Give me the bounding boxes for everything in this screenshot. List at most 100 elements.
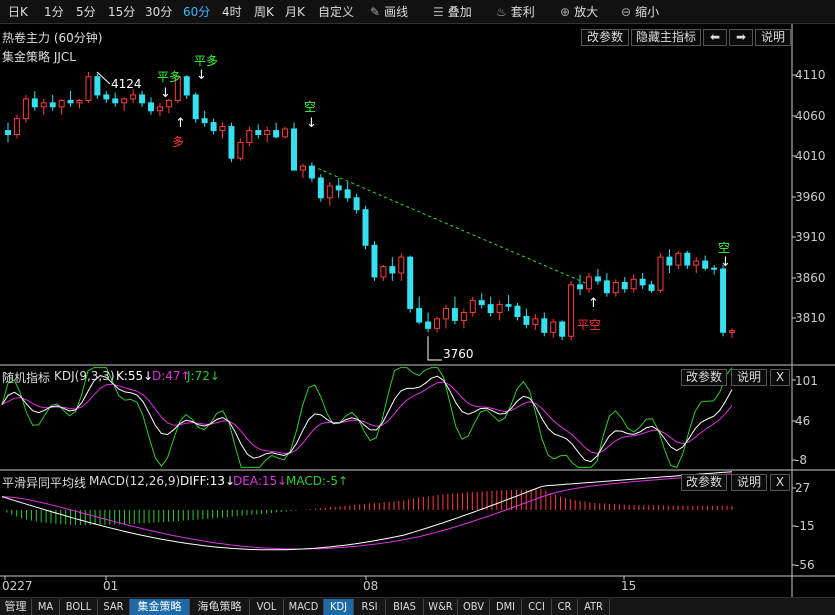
period-30min[interactable]: 30分	[145, 4, 172, 20]
period-week[interactable]: 周K	[254, 4, 274, 20]
candle-up	[130, 94, 137, 100]
tab-jjcl[interactable]: 集金策略	[130, 599, 190, 615]
candle-up	[156, 106, 163, 112]
kdj-y-tick: 101	[795, 374, 818, 388]
y-tick: 4060	[795, 109, 826, 123]
macd-edit-params-button[interactable]: 改参数	[681, 474, 727, 491]
candle-down	[103, 94, 110, 100]
period-60min[interactable]: 60分	[183, 4, 210, 20]
candle-down	[487, 304, 494, 314]
tab-bias[interactable]: BIAS	[386, 599, 424, 615]
next-arrow-button[interactable]: ➡	[729, 29, 753, 46]
hide-indicator-button[interactable]: 隐藏主指标	[631, 29, 701, 46]
candle-up	[264, 130, 271, 136]
candle-down	[666, 256, 673, 266]
candle-down	[407, 256, 414, 310]
candle-down	[639, 278, 646, 286]
candle-up	[469, 300, 476, 314]
tab-boll[interactable]: BOLL	[60, 599, 98, 615]
period-4h[interactable]: 4时	[222, 4, 242, 20]
arrow-down-icon: ↓	[160, 86, 171, 101]
macd-name: 平滑异同平均线	[2, 476, 87, 490]
x-axis-label: 0227	[2, 579, 33, 593]
macd-y-tick: -56	[795, 558, 815, 572]
chart-canvas[interactable]	[0, 24, 835, 597]
candle-up	[460, 312, 467, 321]
arrow-down-icon: ↓	[196, 68, 207, 83]
candle-up	[219, 126, 226, 132]
macd-dea-value: DEA:15↓	[233, 474, 288, 488]
period-month[interactable]: 月K	[285, 4, 305, 20]
money-bag-icon: ♨	[496, 5, 507, 19]
period-5min[interactable]: 5分	[76, 4, 96, 20]
period-custom[interactable]: 自定义	[318, 4, 354, 20]
tab-obv[interactable]: OBV	[458, 599, 490, 615]
indicator-tab-bar: 管理 MA BOLL SAR 集金策略 海龟策略 VOL MACD KDJ RS…	[0, 597, 835, 615]
tab-sar[interactable]: SAR	[98, 599, 130, 615]
zoom-in-button[interactable]: ⊕ 放大	[560, 4, 598, 20]
draw-line-button[interactable]: ✎ 画线	[370, 4, 408, 20]
candle-down	[621, 281, 628, 290]
arrow-down-icon: ↓	[306, 116, 317, 131]
kdj-help-button[interactable]: 说明	[731, 369, 767, 386]
tab-atr[interactable]: ATR	[578, 599, 610, 615]
candle-up	[442, 308, 449, 320]
candle-up	[85, 76, 92, 101]
kdj-close-button[interactable]: X	[770, 369, 790, 386]
tab-dmi[interactable]: DMI	[490, 599, 522, 615]
macd-y-tick: -15	[795, 519, 815, 533]
tab-macd[interactable]: MACD	[284, 599, 324, 615]
candle-down	[201, 118, 208, 124]
tab-turtle[interactable]: 海龟策略	[190, 599, 250, 615]
tab-manage[interactable]: 管理	[0, 599, 32, 615]
candle-up	[165, 99, 172, 108]
edit-params-button[interactable]: 改参数	[581, 29, 629, 46]
macd-diff-value: DIFF:13↓	[180, 474, 236, 488]
candle-up	[282, 128, 289, 138]
candle-up	[568, 284, 575, 337]
candle-down	[353, 197, 360, 211]
candle-up	[76, 99, 83, 104]
candle-down	[425, 321, 432, 329]
candle-down	[192, 94, 199, 120]
tab-cr[interactable]: CR	[552, 599, 578, 615]
macd-help-button[interactable]: 说明	[731, 474, 767, 491]
period-15min[interactable]: 15分	[108, 4, 135, 20]
macd-histogram	[6, 489, 733, 525]
kdj-name: 随机指标	[2, 371, 51, 385]
y-tick: 3960	[795, 190, 826, 204]
kdj-edit-params-button[interactable]: 改参数	[681, 369, 727, 386]
arbitrage-button[interactable]: ♨ 套利	[496, 4, 535, 20]
tab-wr[interactable]: W&R	[424, 599, 458, 615]
candle-up	[675, 252, 682, 266]
tab-cci[interactable]: CCI	[522, 599, 552, 615]
candle-down	[344, 189, 351, 199]
macd-y-tick: 27	[795, 481, 811, 495]
candle-down	[720, 268, 727, 333]
period-toolbar: 日K 1分 5分 15分 30分 60分 4时 周K 月K 自定义 ✎ 画线 ☰ 叠…	[0, 0, 835, 24]
period-day[interactable]: 日K	[8, 4, 28, 20]
macd-close-button[interactable]: X	[770, 474, 790, 491]
y-tick: 4110	[795, 68, 826, 82]
x-axis-label: 08	[363, 579, 379, 593]
tab-vol[interactable]: VOL	[250, 599, 284, 615]
prev-arrow-button[interactable]: ⬅	[703, 29, 727, 46]
tab-rsi[interactable]: RSI	[354, 599, 386, 615]
kdj-y-tick: 46	[795, 414, 811, 428]
period-1min[interactable]: 1分	[44, 4, 64, 20]
tab-kdj[interactable]: KDJ	[324, 599, 354, 615]
trend-line-dashed	[317, 168, 587, 284]
contract-title: 热卷主力 (60分钟)	[2, 31, 103, 45]
help-button[interactable]: 说明	[755, 29, 791, 46]
macd-params: MACD(12,26,9)	[89, 474, 181, 488]
candle-down	[594, 276, 601, 282]
candle-up	[630, 278, 637, 290]
overlay-button[interactable]: ☰ 叠加	[433, 4, 472, 20]
macd-hist-value: MACD:-5↑	[286, 474, 349, 488]
signal-short: 空	[304, 100, 317, 114]
zoom-out-button[interactable]: ⊖ 缩小	[621, 4, 659, 20]
tab-ma[interactable]: MA	[32, 599, 60, 615]
candle-down	[559, 321, 566, 337]
candle-down	[5, 130, 11, 136]
low-marker-line	[427, 336, 442, 361]
